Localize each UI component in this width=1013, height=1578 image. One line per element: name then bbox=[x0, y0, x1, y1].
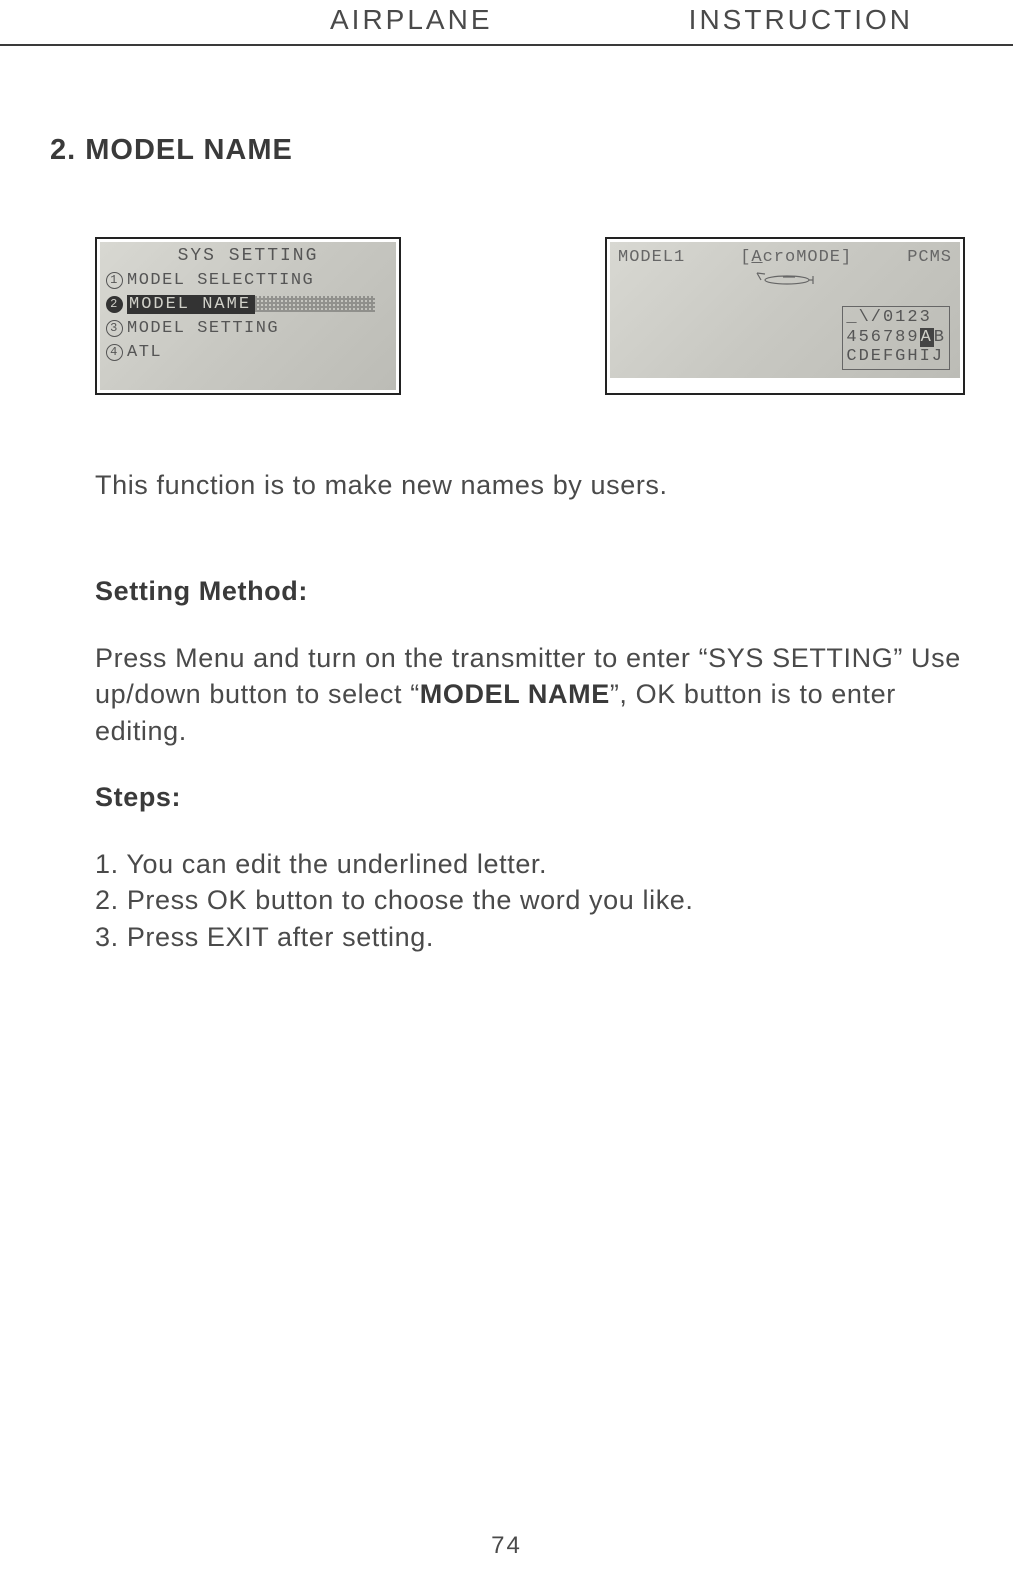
lcd2-model: MODEL1 bbox=[618, 248, 685, 267]
menu-num-1: 1 bbox=[106, 272, 123, 289]
lcd-sys-setting: SYS SETTING 1 MODEL SELECTTING 2 MODEL N… bbox=[95, 237, 401, 395]
lcd2-mode: [AcroMODE] bbox=[740, 248, 852, 267]
setting-method-heading: Setting Method: bbox=[95, 573, 963, 609]
lcd2-underlined-letter: A bbox=[751, 248, 762, 267]
char-row-2a: 456789 bbox=[846, 328, 919, 347]
lcd-screens-row: SYS SETTING 1 MODEL SELECTTING 2 MODEL N… bbox=[95, 237, 965, 395]
lcd1-title: SYS SETTING bbox=[106, 246, 390, 266]
selection-hatch bbox=[255, 296, 375, 312]
menu-num-2: 2 bbox=[106, 296, 123, 313]
steps-heading: Steps: bbox=[95, 779, 963, 815]
menu-label-2: MODEL NAME bbox=[127, 295, 255, 314]
para-bold: MODEL NAME bbox=[420, 679, 610, 709]
char-row-3: CDEFGHIJ bbox=[846, 347, 946, 367]
step-3: 3. Press EXIT after setting. bbox=[95, 919, 963, 955]
lcd2-top-row: MODEL1 [AcroMODE] PCMS bbox=[618, 248, 952, 267]
lcd2-mode-rest: croMODE] bbox=[763, 248, 853, 267]
char-row-2b: B bbox=[934, 328, 946, 347]
char-highlight: A bbox=[920, 328, 934, 347]
lcd2-bracket-open: [ bbox=[740, 248, 751, 267]
menu-item-4: 4 ATL bbox=[106, 340, 390, 364]
menu-label-4: ATL bbox=[127, 343, 162, 362]
header-right: INSTRUCTION bbox=[689, 4, 913, 36]
intro-text: This function is to make new names by us… bbox=[95, 467, 963, 503]
menu-item-3: 3 MODEL SETTING bbox=[106, 316, 390, 340]
menu-item-1: 1 MODEL SELECTTING bbox=[106, 268, 390, 292]
step-2: 2. Press OK button to choose the word yo… bbox=[95, 882, 963, 918]
airplane-icon bbox=[618, 269, 952, 292]
char-row-2: 456789AB bbox=[846, 328, 946, 348]
menu-num-4: 4 bbox=[106, 344, 123, 361]
setting-method-paragraph: Press Menu and turn on the transmitter t… bbox=[95, 640, 963, 749]
step-1: 1. You can edit the underlined letter. bbox=[95, 846, 963, 882]
lcd2-pcms: PCMS bbox=[907, 248, 952, 267]
character-grid: _\/0123 456789AB CDEFGHIJ bbox=[842, 306, 950, 370]
page-number: 74 bbox=[0, 1532, 1013, 1560]
header-left: AIRPLANE bbox=[330, 4, 493, 36]
lcd-model-name: MODEL1 [AcroMODE] PCMS _\/0123 456789AB … bbox=[605, 237, 965, 395]
menu-label-3: MODEL SETTING bbox=[127, 319, 279, 338]
body-text: This function is to make new names by us… bbox=[95, 467, 963, 955]
menu-num-3: 3 bbox=[106, 320, 123, 337]
section-title: 2. MODEL NAME bbox=[50, 134, 1013, 167]
char-row-1: _\/0123 bbox=[846, 308, 946, 328]
menu-label-1: MODEL SELECTTING bbox=[127, 271, 314, 290]
page-header: AIRPLANE INSTRUCTION bbox=[0, 4, 1013, 46]
menu-item-2-selected: 2 MODEL NAME bbox=[106, 292, 390, 316]
